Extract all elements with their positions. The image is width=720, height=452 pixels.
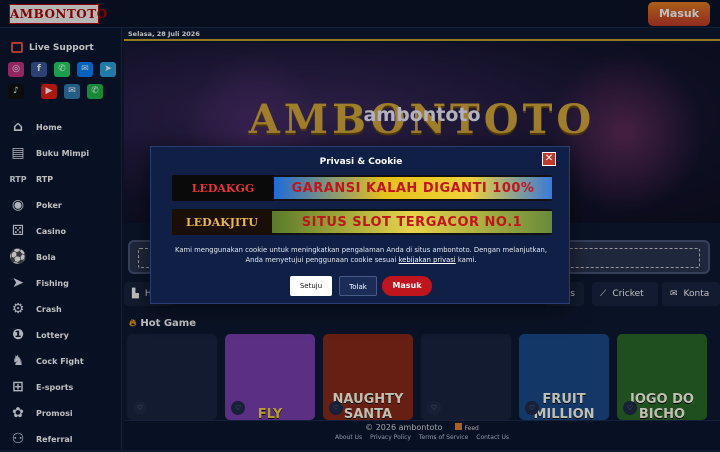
privacy-policy-link[interactable]: kebijakan privasi (398, 256, 455, 264)
dialog-title: Privasi & Cookie (319, 157, 403, 167)
cookie-text: Kami menggunakan cookie untuk meningkatk… (175, 246, 547, 264)
cookie-text-end: kami. (455, 256, 477, 264)
reject-button[interactable]: Tolak (339, 276, 377, 296)
ad-brand: LEDAKGG (172, 175, 274, 201)
ad-brand: LEDAKJITU (172, 209, 272, 235)
dialog-login-button[interactable]: Masuk (382, 276, 432, 296)
ad-text: SITUS SLOT TERGACOR NO.1 (272, 211, 552, 233)
ad-banner-ledakgg[interactable]: LEDAKGG GARANSI KALAH DIGANTI 100% (172, 175, 552, 201)
ad-text: GARANSI KALAH DIGANTI 100% (274, 177, 552, 199)
cookie-message: Kami menggunakan cookie untuk meningkatk… (175, 245, 547, 265)
ad-banner-ledakjitu[interactable]: LEDAKJITU SITUS SLOT TERGACOR NO.1 (172, 209, 552, 235)
accept-button[interactable]: Setuju (290, 276, 332, 296)
close-icon[interactable]: ✕ (542, 152, 556, 166)
cookie-dialog: Privasi & Cookie ✕ LEDAKGG GARANSI KALAH… (150, 146, 570, 304)
